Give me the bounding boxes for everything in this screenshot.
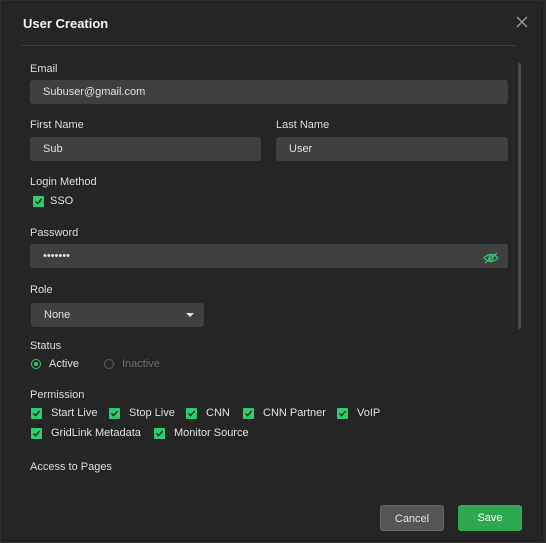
password-label: Password bbox=[30, 227, 79, 239]
access-to-pages-label: Access to Pages bbox=[30, 461, 112, 473]
sso-label: SSO bbox=[50, 195, 74, 207]
eye-icon[interactable] bbox=[483, 251, 499, 264]
permission-cnn-label: CNN bbox=[206, 407, 230, 419]
email-label: Email bbox=[30, 63, 58, 75]
permission-cnn-partner-label: CNN Partner bbox=[263, 407, 326, 419]
scrollbar[interactable] bbox=[518, 63, 521, 329]
password-field[interactable]: ••••••• bbox=[30, 244, 508, 268]
permission-cnn-checkbox[interactable] bbox=[186, 408, 197, 419]
sso-checkbox[interactable] bbox=[33, 196, 44, 207]
role-select[interactable]: None bbox=[31, 303, 204, 327]
status-active-label: Active bbox=[49, 358, 79, 370]
permission-gridlink-metadata-checkbox[interactable] bbox=[31, 428, 42, 439]
permission-label: Permission bbox=[30, 389, 85, 401]
first-name-label: First Name bbox=[30, 119, 84, 131]
close-icon[interactable] bbox=[515, 15, 529, 29]
save-button[interactable]: Save bbox=[458, 505, 522, 531]
permission-voip-checkbox[interactable] bbox=[337, 408, 348, 419]
permission-start-live-label: Start Live bbox=[51, 407, 98, 419]
chevron-down-icon bbox=[186, 313, 194, 317]
permission-voip-label: VoIP bbox=[357, 407, 381, 419]
login-method-label: Login Method bbox=[30, 176, 97, 188]
role-label: Role bbox=[30, 284, 53, 296]
last-name-label: Last Name bbox=[276, 119, 330, 131]
cancel-button[interactable]: Cancel bbox=[380, 505, 444, 531]
permission-stop-live-checkbox[interactable] bbox=[109, 408, 120, 419]
user-creation-dialog: User Creation Email Subuser@gmail.com Fi… bbox=[2, 2, 543, 541]
status-label: Status bbox=[30, 340, 62, 352]
email-field[interactable]: Subuser@gmail.com bbox=[30, 80, 508, 104]
status-inactive-label: Inactive bbox=[122, 358, 160, 370]
permission-cnn-partner-checkbox[interactable] bbox=[243, 408, 254, 419]
permission-gridlink-metadata-label: GridLink Metadata bbox=[51, 427, 141, 439]
permission-stop-live-label: Stop Live bbox=[129, 407, 175, 419]
permission-monitor-source-label: Monitor Source bbox=[174, 427, 249, 439]
first-name-field[interactable]: Sub bbox=[30, 137, 261, 161]
dialog-title: User Creation bbox=[23, 16, 109, 31]
role-select-value: None bbox=[44, 309, 71, 321]
permission-monitor-source-checkbox[interactable] bbox=[154, 428, 165, 439]
title-divider bbox=[22, 45, 516, 46]
last-name-field[interactable]: User bbox=[276, 137, 508, 161]
status-inactive-radio[interactable] bbox=[104, 359, 114, 369]
permission-start-live-checkbox[interactable] bbox=[31, 408, 42, 419]
status-active-radio[interactable] bbox=[31, 359, 41, 369]
